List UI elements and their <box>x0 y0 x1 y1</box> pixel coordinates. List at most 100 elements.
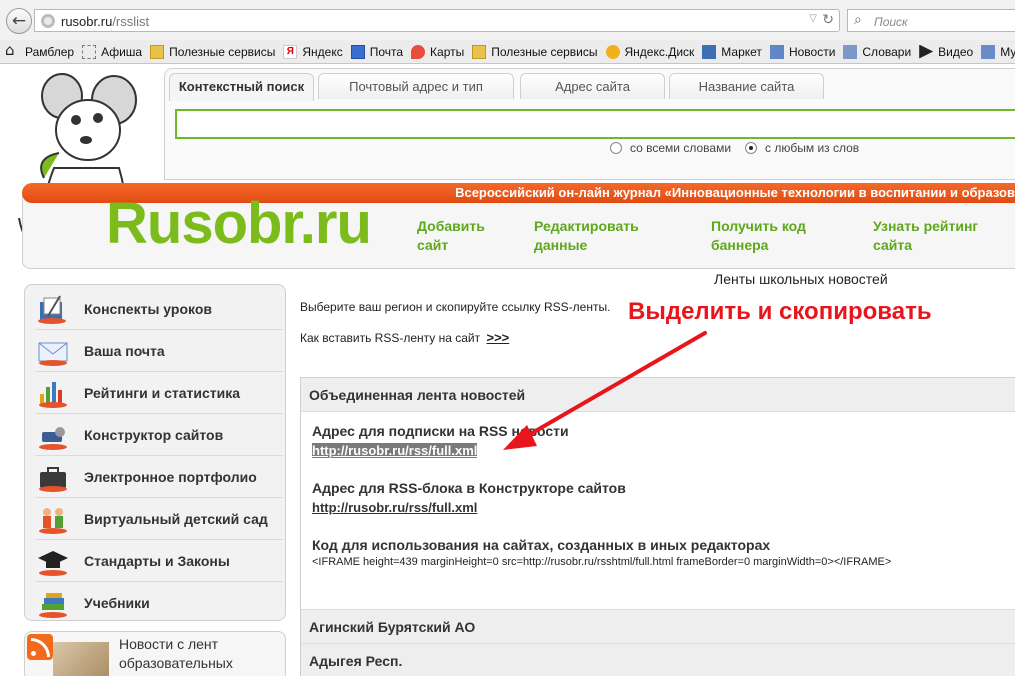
site-search-input[interactable] <box>175 109 1015 139</box>
embed-code-text[interactable]: <IFRAME height=439 marginHeight=0 src=ht… <box>312 556 891 568</box>
mail-icon <box>350 44 365 59</box>
sidebar-item-label: Рейтинги и статистика <box>84 384 241 401</box>
bookmark-label: Полезные сервисы <box>169 44 276 59</box>
howto-more-link[interactable]: >>> <box>486 330 509 345</box>
rss-block-label: Адрес для RSS-блока в Конструкторе сайто… <box>312 480 626 496</box>
page-title: Ленты школьных новостей <box>714 271 888 287</box>
music-icon <box>981 44 996 59</box>
bookmark-item[interactable]: Полезные сервисы <box>150 44 276 59</box>
rss-subscribe-url[interactable]: http://rusobr.ru/rss/full.xml <box>312 443 478 458</box>
disk-icon <box>605 44 620 59</box>
bookmark-item[interactable]: Словари <box>843 44 911 59</box>
rss-subscribe-label: Адрес для подписки на RSS новости <box>312 423 569 439</box>
envelope-icon <box>38 342 68 366</box>
bookmark-item[interactable]: Полезные сервисы <box>472 44 598 59</box>
tab-email-and-type[interactable]: Почтовый адрес и тип <box>318 73 514 99</box>
bookmark-item[interactable]: Афиша <box>82 44 143 59</box>
rss-news-text[interactable]: Новости с лент образовательных <box>119 635 233 673</box>
tab-context-search[interactable]: Контекстный поиск <box>169 73 314 101</box>
yandex-icon: Я <box>283 44 298 59</box>
search-icon: ⌕ <box>854 12 862 28</box>
bookmark-item[interactable]: Маркет <box>702 44 762 59</box>
tab-site-name[interactable]: Название сайта <box>669 73 824 99</box>
back-button[interactable]: ← <box>6 8 32 34</box>
get-banner-code-link[interactable]: Получить код баннера <box>711 217 806 255</box>
bookmark-item[interactable]: Почта <box>350 44 403 59</box>
news-icon <box>769 44 784 59</box>
add-site-link[interactable]: Добавить сайт <box>417 217 485 255</box>
bookmark-item[interactable]: Карты <box>411 44 465 59</box>
search-mode-radios: со всеми словами с любым из слов <box>610 141 873 155</box>
site-rating-link[interactable]: Узнать рейтинг сайта <box>873 217 978 255</box>
builder-tools-icon <box>39 426 67 450</box>
market-icon <box>702 44 717 59</box>
bookmark-label: Афиша <box>101 44 143 59</box>
arrow-left-icon: ← <box>11 10 27 31</box>
child-reading-photo <box>53 642 109 676</box>
sidebar-item[interactable]: Учебники <box>35 582 283 624</box>
edit-data-link[interactable]: Редактировать данные <box>534 217 639 255</box>
home-icon <box>5 41 20 59</box>
bookmarks-bar: Рамблер Афиша Полезные сервисы Я Яндекс Почта… <box>0 40 1015 64</box>
bookmark-item[interactable]: Видео <box>919 44 974 59</box>
bookmark-item[interactable]: Яндекс.Диск <box>605 44 694 59</box>
radio-any-words[interactable] <box>745 142 758 154</box>
sidebar-item-label: Стандарты и Законы <box>84 552 230 569</box>
rss-news-block[interactable]: Новости с лент образовательных <box>24 631 286 676</box>
banner-text: Всероссийский он-лайн журнал «Инновацион… <box>455 185 1015 200</box>
sidebar-item[interactable]: Конспекты уроков <box>35 288 283 330</box>
sidebar-menu: Конспекты уроков Ваша почта Рейтинги и ста… <box>24 284 286 621</box>
bookmark-label: Полезные сервисы <box>491 44 598 59</box>
bookmark-label: Рамблер <box>25 44 75 59</box>
url-text[interactable]: rusobr.ru/rsslist <box>61 14 149 29</box>
graduation-cap-icon <box>38 550 68 576</box>
bookmark-item[interactable]: Я Яндекс <box>283 44 343 59</box>
search-panel: Контекстный поиск Почтовый адрес и тип А… <box>164 68 1015 180</box>
embed-code-label: Код для использования на сайтах, созданн… <box>312 537 771 553</box>
region-row[interactable]: Адыгея Респ. <box>301 643 1015 676</box>
sidebar-item-label: Учебники <box>84 595 150 611</box>
annotation-select-copy: Выделить и скопировать <box>628 298 932 325</box>
sidebar-item-label: Конструктор сайтов <box>84 426 224 443</box>
bookmark-label: Новости <box>788 44 836 59</box>
folder-icon <box>472 44 487 59</box>
site-logo[interactable]: Rusobr.ru <box>106 192 372 256</box>
combined-feed-header[interactable]: Объединенная лента новостей <box>301 378 1015 412</box>
bookmark-label: Видео <box>938 44 974 59</box>
radio-all-words[interactable] <box>610 142 622 154</box>
sidebar-item[interactable]: Виртуальный детский сад <box>35 498 283 540</box>
rss-block-url[interactable]: http://rusobr.ru/rss/full.xml <box>312 500 477 515</box>
radio-all-words-label[interactable]: со всеми словами <box>630 141 731 155</box>
books-icon <box>39 593 67 618</box>
history-dropdown-icon[interactable]: ▽ <box>809 13 817 24</box>
children-icon <box>39 507 67 534</box>
sidebar-item[interactable]: Электронное портфолио <box>35 456 283 498</box>
address-bar[interactable]: rusobr.ru/rsslist ▽ ↻ <box>34 9 840 32</box>
bookmark-item[interactable]: Муз <box>981 44 1015 59</box>
sidebar-item-label: Ваша почта <box>84 342 165 359</box>
blank-page-icon <box>82 44 97 59</box>
dictionary-icon <box>843 44 858 59</box>
sidebar-item-label: Конспекты уроков <box>84 300 212 317</box>
browser-search-box[interactable]: ⌕ Поиск <box>847 9 1015 32</box>
sidebar-item-label: Электронное портфолио <box>84 468 257 485</box>
bar-chart-icon <box>39 381 67 408</box>
briefcase-icon <box>39 466 67 492</box>
tab-site-address[interactable]: Адрес сайта <box>520 73 665 99</box>
browser-search-placeholder: Поиск <box>874 15 908 29</box>
sidebar-item[interactable]: Рейтинги и статистика <box>35 372 283 414</box>
video-icon <box>919 44 934 59</box>
bookmark-label: Маркет <box>721 44 762 59</box>
reload-icon[interactable]: ↻ <box>822 12 834 28</box>
rss-icon <box>27 634 53 660</box>
sidebar-item[interactable]: Ваша почта <box>35 330 283 372</box>
radio-any-words-label[interactable]: с любым из слов <box>765 141 859 155</box>
intro-text: Выберите ваш регион и скопируйте ссылку … <box>300 300 611 314</box>
sidebar-item[interactable]: Стандарты и Законы <box>35 540 283 582</box>
bookmark-item[interactable]: Рамблер <box>5 41 75 59</box>
bookmark-label: Карты <box>430 44 465 59</box>
notebook-pen-icon <box>38 294 66 324</box>
bookmark-item[interactable]: Новости <box>769 44 836 59</box>
region-row[interactable]: Агинский Бурятский АО <box>301 609 1015 643</box>
sidebar-item[interactable]: Конструктор сайтов <box>35 414 283 456</box>
